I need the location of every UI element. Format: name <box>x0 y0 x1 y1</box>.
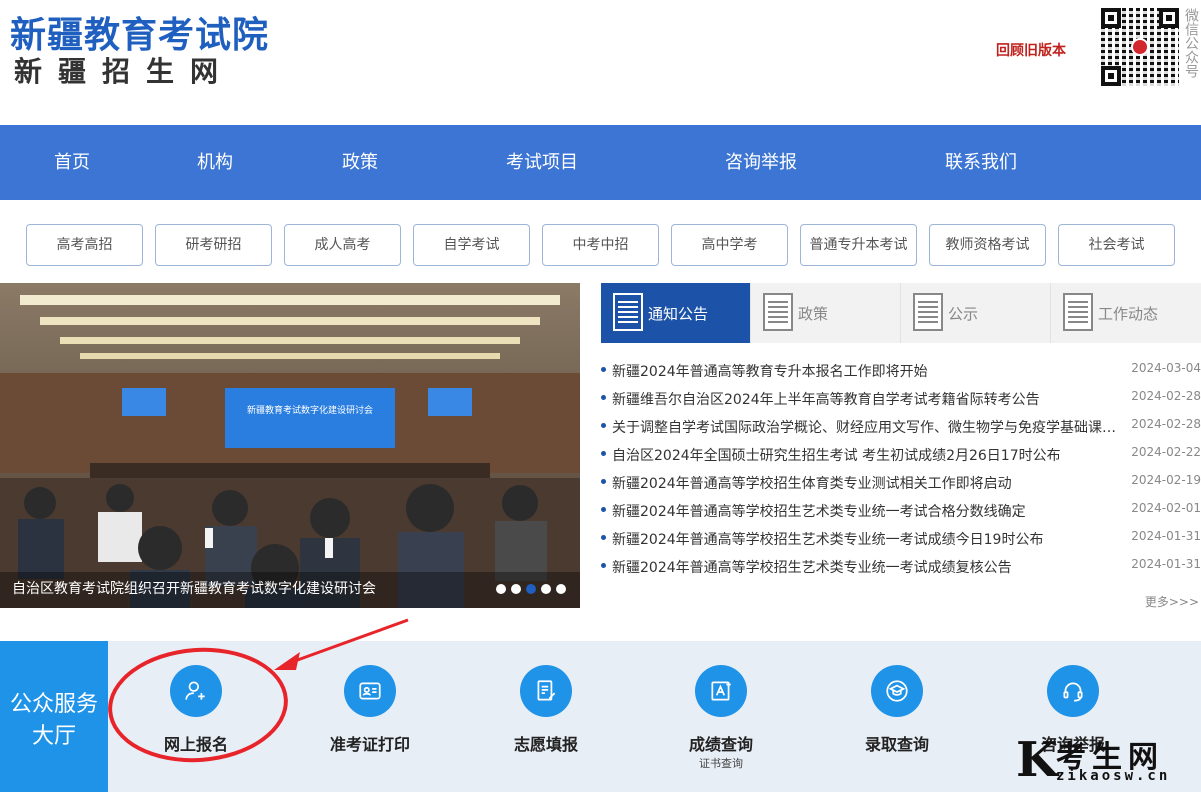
category-button[interactable]: 成人高考 <box>284 224 401 266</box>
qr-logo-icon <box>1131 38 1149 56</box>
news-title[interactable]: 新疆2024年普通高等学校招生体育类专业测试相关工作即将启动 <box>612 473 1117 493</box>
more-link[interactable]: 更多>>> <box>1145 593 1199 610</box>
bullet-icon <box>601 563 606 568</box>
tab-label: 工作动态 <box>1098 305 1159 323</box>
bullet-icon <box>601 479 606 484</box>
slider-photo: 新疆教育考试数字化建设研讨会 <box>0 283 580 608</box>
qr-corner-mark <box>1101 8 1121 28</box>
news-date: 2024-01-31 <box>1131 557 1201 571</box>
list-item[interactable]: 关于调整自学考试国际政治学概论、财经应用文写作、微生物学与免疫学基础课程考试时间… <box>601 413 1201 441</box>
slider-dot[interactable] <box>556 584 566 594</box>
slider-dot-active[interactable] <box>526 584 536 594</box>
old-version-link[interactable]: 回顾旧版本 <box>996 40 1066 60</box>
watermark-letter: K <box>1016 732 1058 788</box>
category-button[interactable]: 研考研招 <box>155 224 272 266</box>
tab-policy[interactable]: 政策 <box>751 283 901 343</box>
watermark-sub: zikaosw.cn <box>1056 768 1171 784</box>
list-item[interactable]: 新疆维吾尔自治区2024年上半年高等教育自学考试考籍省际转考公告 2024-02-… <box>601 385 1201 413</box>
category-button[interactable]: 社会考试 <box>1058 224 1175 266</box>
news-date: 2024-02-22 <box>1131 445 1201 459</box>
news-title[interactable]: 自治区2024年全国硕士研究生招生考试 考生初试成绩2月26日17时公布 <box>612 445 1117 465</box>
wechat-qr-code <box>1101 8 1179 86</box>
nav-item-exams[interactable]: 考试项目 <box>506 125 578 200</box>
service-application-filling[interactable]: 志愿填报 <box>476 641 616 792</box>
service-label: 志愿填报 <box>513 735 578 754</box>
tab-work-updates[interactable]: 工作动态 <box>1051 283 1201 343</box>
service-label: 准考证打印 <box>329 735 410 754</box>
bullet-icon <box>601 423 606 428</box>
tab-notices[interactable]: 通知公告 <box>601 283 751 343</box>
headset-icon <box>1047 665 1099 717</box>
bullet-icon <box>601 535 606 540</box>
service-label: 成绩查询 <box>688 735 753 754</box>
list-item[interactable]: 新疆2024年普通高等学校招生艺术类专业统一考试成绩复核公告 2024-01-31 <box>601 553 1201 581</box>
score-icon <box>695 665 747 717</box>
tab-public-notice[interactable]: 公示 <box>901 283 1051 343</box>
service-admission-query[interactable]: 录取查询 <box>827 641 967 792</box>
slider-dot[interactable] <box>496 584 506 594</box>
news-date: 2024-01-31 <box>1131 529 1201 543</box>
list-item[interactable]: 新疆2024年普通高等学校招生艺术类专业统一考试成绩今日19时公布 2024-01… <box>601 525 1201 553</box>
main-nav: 首页 机构 政策 考试项目 咨询举报 联系我们 <box>0 125 1201 200</box>
nav-item-policy[interactable]: 政策 <box>342 125 378 200</box>
news-date: 2024-02-01 <box>1131 501 1201 515</box>
category-button[interactable]: 高中学考 <box>671 224 788 266</box>
news-title[interactable]: 新疆维吾尔自治区2024年上半年高等教育自学考试考籍省际转考公告 <box>612 389 1117 409</box>
slider-dot[interactable] <box>511 584 521 594</box>
document-icon <box>1063 293 1093 331</box>
news-tabs: 通知公告 政策 公示 工作动态 <box>601 283 1201 343</box>
news-slider[interactable]: 新疆教育考试数字化建设研讨会 自治区教育考试院组织召开新疆教育考试数字化建设研讨… <box>0 283 580 608</box>
slider-caption[interactable]: 自治区教育考试院组织召开新疆教育考试数字化建设研讨会 <box>12 578 376 598</box>
service-label: 录取查询 <box>864 735 929 754</box>
tab-label: 公示 <box>948 305 979 323</box>
qr-corner-mark <box>1101 66 1121 86</box>
category-button[interactable]: 中考中招 <box>542 224 659 266</box>
watermark-logo: K 考生网 zikaosw.cn <box>1016 732 1201 792</box>
annotation-arrow-icon <box>274 618 409 670</box>
category-button[interactable]: 自学考试 <box>413 224 530 266</box>
list-item[interactable]: 新疆2024年普通高等学校招生艺术类专业统一考试合格分数线确定 2024-02-0… <box>601 497 1201 525</box>
category-button[interactable]: 高考高招 <box>26 224 143 266</box>
bullet-icon <box>601 507 606 512</box>
category-button[interactable]: 教师资格考试 <box>929 224 1046 266</box>
category-button[interactable]: 普通专升本考试 <box>800 224 917 266</box>
service-score-query[interactable]: 成绩查询 证书查询 <box>651 641 791 792</box>
service-sub-link[interactable]: 证书查询 <box>651 755 791 771</box>
edit-form-icon <box>520 665 572 717</box>
page: 新疆教育考试院 新疆招生网 回顾旧版本 微信公众号 首页 机构 政策 考试项目 … <box>0 0 1201 792</box>
tab-label: 政策 <box>798 305 829 323</box>
list-item[interactable]: 新疆2024年普通高等学校招生体育类专业测试相关工作即将启动 2024-02-19 <box>601 469 1201 497</box>
graduation-cap-icon <box>871 665 923 717</box>
qr-corner-mark <box>1159 8 1179 28</box>
news-date: 2024-02-28 <box>1131 417 1201 431</box>
list-item[interactable]: 自治区2024年全国硕士研究生招生考试 考生初试成绩2月26日17时公布 2024… <box>601 441 1201 469</box>
bullet-icon <box>601 395 606 400</box>
news-title[interactable]: 新疆2024年普通高等学校招生艺术类专业统一考试合格分数线确定 <box>612 501 1117 521</box>
news-date: 2024-02-28 <box>1131 389 1201 403</box>
document-icon <box>763 293 793 331</box>
banner-text: 新疆教育考试数字化建设研讨会 <box>247 404 373 416</box>
news-list: 新疆2024年普通高等教育专升本报名工作即将开始 2024-03-04 新疆维吾尔… <box>601 357 1201 581</box>
wechat-label: 微信公众号 <box>1183 8 1199 78</box>
news-date: 2024-02-19 <box>1131 473 1201 487</box>
news-title[interactable]: 关于调整自学考试国际政治学概论、财经应用文写作、微生物学与免疫学基础课程考试时间… <box>612 417 1117 437</box>
news-title[interactable]: 新疆2024年普通高等学校招生艺术类专业统一考试成绩今日19时公布 <box>612 529 1117 549</box>
document-icon <box>913 293 943 331</box>
list-item[interactable]: 新疆2024年普通高等教育专升本报名工作即将开始 2024-03-04 <box>601 357 1201 385</box>
slider-dot[interactable] <box>541 584 551 594</box>
nav-item-consult-report[interactable]: 咨询举报 <box>725 125 797 200</box>
news-date: 2024-03-04 <box>1131 361 1201 375</box>
nav-item-organization[interactable]: 机构 <box>197 125 233 200</box>
tab-label: 通知公告 <box>648 305 709 323</box>
nav-item-contact[interactable]: 联系我们 <box>945 125 1017 200</box>
nav-item-home[interactable]: 首页 <box>54 125 90 200</box>
service-hall-label: 公众服务大厅 <box>0 641 108 792</box>
news-title[interactable]: 新疆2024年普通高等教育专升本报名工作即将开始 <box>612 361 1117 381</box>
bullet-icon <box>601 451 606 456</box>
slider-dots <box>496 584 566 594</box>
document-icon <box>613 293 643 331</box>
site-subtitle: 新疆招生网 <box>14 55 235 88</box>
news-title[interactable]: 新疆2024年普通高等学校招生艺术类专业统一考试成绩复核公告 <box>612 557 1117 577</box>
bullet-icon <box>601 367 606 372</box>
